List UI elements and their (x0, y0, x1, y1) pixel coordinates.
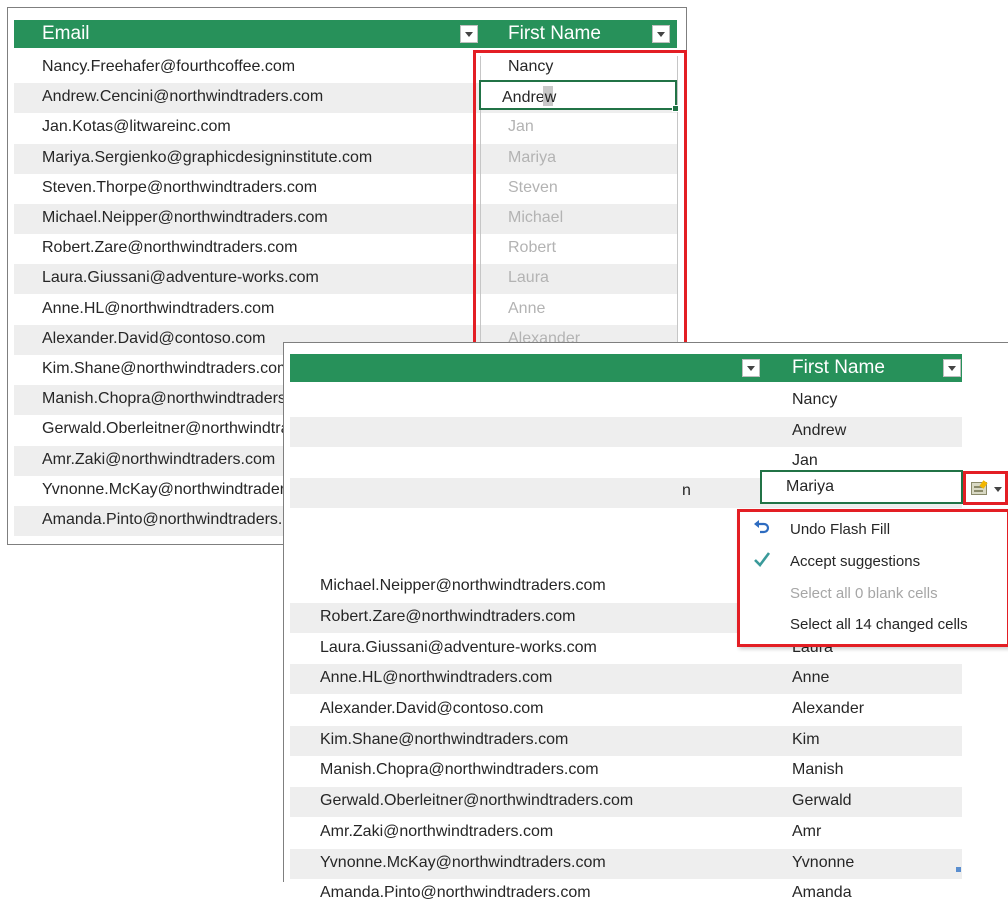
email-cell-partial: n (682, 482, 691, 499)
email-cell[interactable]: Michael.Neipper@northwindtraders.com (320, 577, 606, 595)
menu-item-select-changed-cells[interactable]: Select all 14 changed cells (740, 610, 1008, 640)
menu-item-undo-flash-fill[interactable]: Undo Flash Fill (740, 515, 1008, 545)
flash-fill-options-menu: Undo Flash Fill Accept suggestions Selec… (737, 509, 1008, 647)
menu-item-label: Accept suggestions (790, 553, 921, 570)
email-cell[interactable]: Manish.Chopra@northwindtraders.com (42, 390, 321, 408)
email-cell[interactable]: Amanda.Pinto@northwindtraders.com (42, 511, 313, 529)
email-cell[interactable]: Anne.HL@northwindtraders.com (42, 300, 274, 318)
table-row: Alexander.David@contoso.com Alexander (290, 695, 962, 725)
column-header-email[interactable]: Email (42, 23, 90, 45)
table-header: First Name (290, 354, 962, 382)
email-cell[interactable]: Anne.HL@northwindtraders.com (320, 669, 552, 687)
email-cell[interactable]: Laura.Giussani@adventure-works.com (42, 269, 319, 287)
first-name-cell[interactable]: Anne (792, 669, 829, 687)
email-cell[interactable]: Steven.Thorpe@northwindtraders.com (42, 179, 317, 197)
first-name-cell[interactable]: Andrew (792, 422, 846, 440)
first-name-cell[interactable]: Jan (792, 452, 818, 470)
menu-item-label: Select all 14 changed cells (790, 616, 968, 633)
first-name-cell[interactable]: Amr (792, 823, 821, 841)
email-cell[interactable]: Robert.Zare@northwindtraders.com (42, 239, 297, 257)
table-row: Manish.Chopra@northwindtraders.com Manish (290, 756, 962, 786)
menu-item-label: Select all 0 blank cells (790, 585, 938, 602)
email-cell[interactable]: Laura.Giussani@adventure-works.com (320, 639, 597, 657)
filter-dropdown-first-name-icon[interactable] (652, 25, 670, 43)
table-header: Email First Name (14, 20, 677, 48)
email-cell[interactable]: Nancy.Freehafer@fourthcoffee.com (42, 58, 295, 76)
filter-dropdown-email-icon[interactable] (742, 359, 760, 377)
table-row: Gerwald.Oberleitner@northwindtraders.com… (290, 787, 962, 818)
email-cell[interactable]: Amr.Zaki@northwindtraders.com (42, 451, 275, 469)
email-cell[interactable]: Jan.Kotas@litwareinc.com (42, 118, 231, 136)
email-cell[interactable]: Andrew.Cencini@northwindtraders.com (42, 88, 323, 106)
column-header-first-name[interactable]: First Name (508, 23, 601, 45)
undo-icon (754, 520, 770, 534)
table-resize-handle[interactable] (956, 867, 961, 872)
email-cell[interactable]: Michael.Neipper@northwindtraders.com (42, 209, 328, 227)
table-row: Amr.Zaki@northwindtraders.com Amr (290, 818, 962, 848)
first-name-cell[interactable]: Gerwald (792, 792, 852, 810)
table-row: Kim.Shane@northwindtraders.com Kim (290, 725, 962, 756)
email-cell[interactable]: Mariya.Sergienko@graphicdesigninstitute.… (42, 149, 372, 167)
first-name-cell[interactable]: Alexander (792, 700, 864, 718)
email-cell[interactable]: Amanda.Pinto@northwindtraders.com (320, 884, 591, 902)
table-row: Anne.HL@northwindtraders.com Anne (290, 664, 962, 695)
first-name-cell[interactable]: Yvnonne (792, 854, 854, 872)
check-icon (754, 552, 771, 567)
chevron-down-icon (994, 487, 1002, 492)
email-cell[interactable]: Amr.Zaki@northwindtraders.com (320, 823, 553, 841)
active-cell[interactable]: Mariya (760, 470, 963, 504)
table-row: Nancy (290, 386, 962, 416)
flash-fill-options-button[interactable] (963, 471, 1008, 505)
active-cell-text: Mariya (786, 478, 835, 495)
email-cell[interactable]: Gerwald.Oberleitner@northwindtraders.com (320, 792, 633, 810)
email-cell[interactable]: Yvnonne.McKay@northwindtraders.com (320, 854, 606, 872)
first-name-cell[interactable]: Nancy (792, 391, 837, 409)
first-name-cell[interactable]: Kim (792, 731, 820, 749)
first-name-cell[interactable]: Manish (792, 761, 844, 779)
email-cell[interactable]: Robert.Zare@northwindtraders.com (320, 608, 575, 626)
table-panel-after: First Name Nancy Andrew Jan Michael.Neipper… (283, 342, 1008, 901)
email-cell[interactable]: Alexander.David@contoso.com (320, 700, 543, 718)
flash-fill-icon (971, 482, 987, 495)
email-cell[interactable]: Kim.Shane@northwindtraders.com (42, 360, 290, 378)
email-cell[interactable]: Manish.Chopra@northwindtraders.com (320, 761, 599, 779)
email-cell[interactable]: Alexander.David@contoso.com (42, 330, 265, 348)
table-row: Yvnonne.McKay@northwindtraders.com Yvnonn… (290, 848, 962, 879)
first-name-cell[interactable]: Amanda (792, 884, 852, 902)
menu-item-label: Undo Flash Fill (790, 521, 891, 538)
filter-dropdown-email-icon[interactable] (460, 25, 478, 43)
filter-dropdown-first-name-icon[interactable] (943, 359, 961, 377)
menu-item-select-blank-cells: Select all 0 blank cells (740, 579, 1008, 609)
email-cell[interactable]: Kim.Shane@northwindtraders.com (320, 731, 568, 749)
table-row: Amanda.Pinto@northwindtraders.com Amanda (290, 879, 962, 909)
table-row: Andrew (290, 416, 962, 447)
column-header-first-name[interactable]: First Name (792, 357, 885, 379)
menu-item-accept-suggestions[interactable]: Accept suggestions (740, 547, 1008, 577)
